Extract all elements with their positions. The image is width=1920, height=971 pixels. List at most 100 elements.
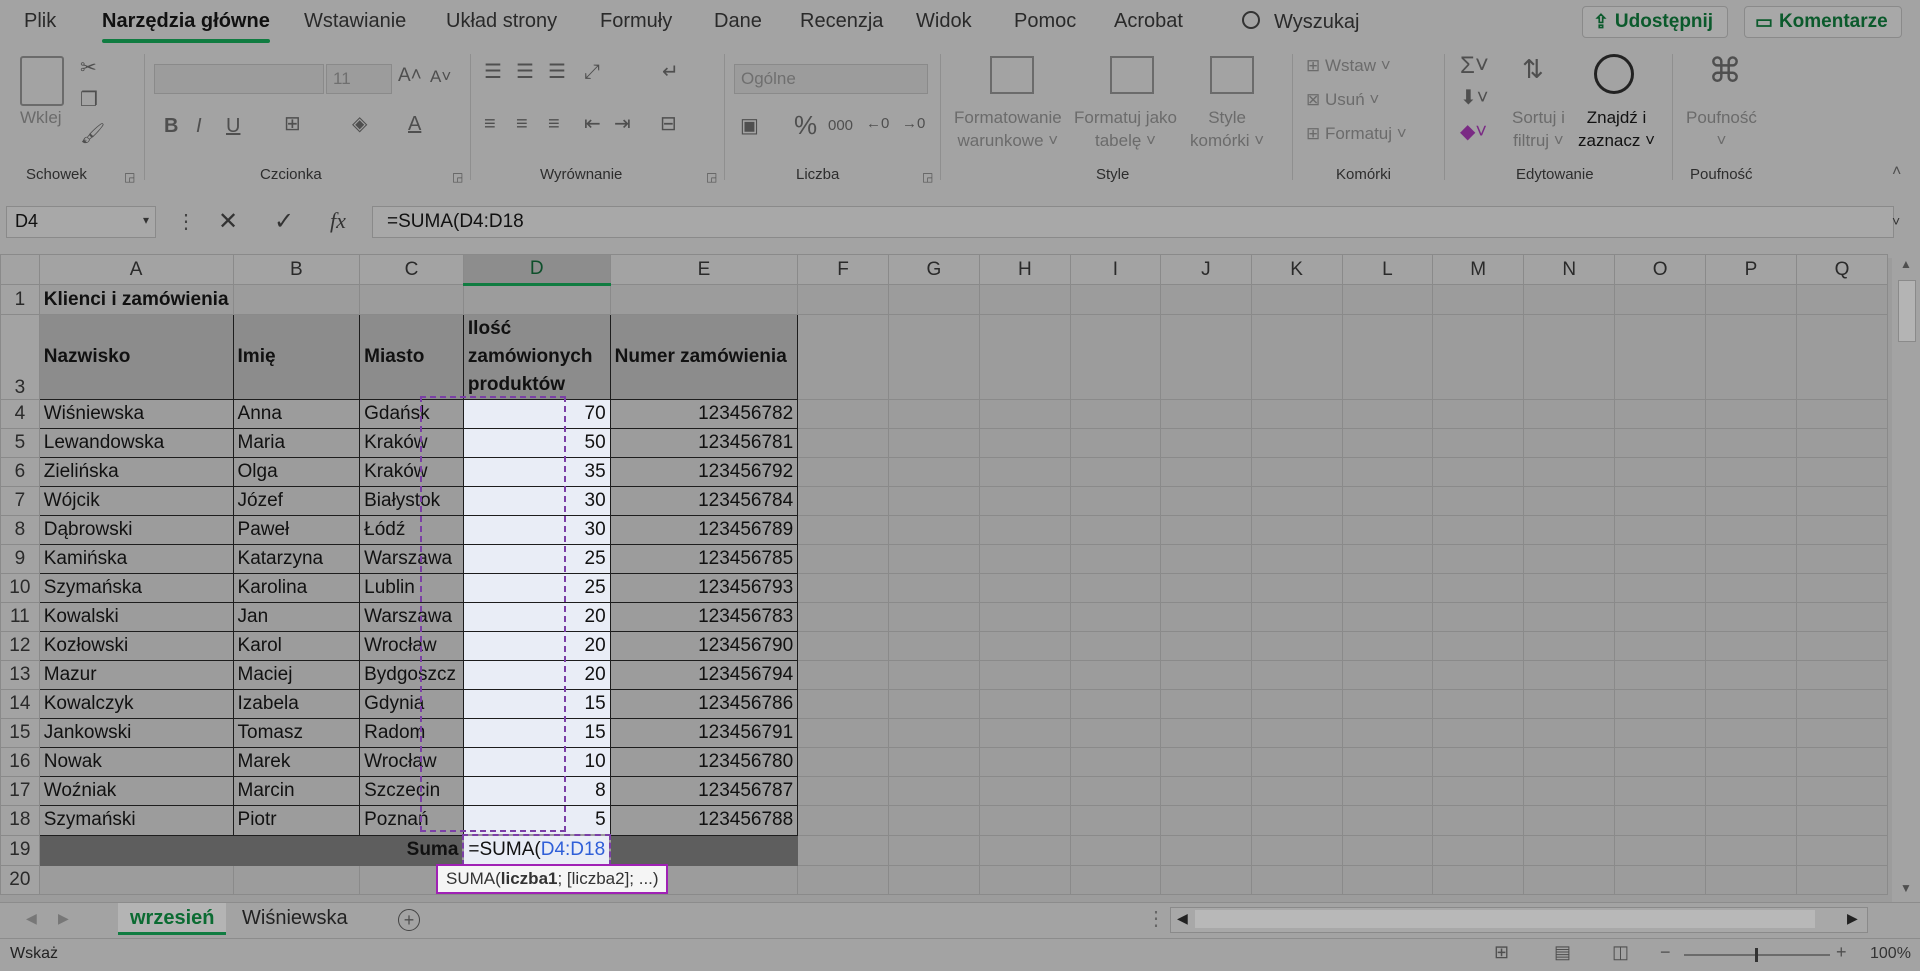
- cell[interactable]: [1795, 602, 1888, 632]
- cell[interactable]: [978, 573, 1071, 603]
- cell[interactable]: [1160, 805, 1252, 836]
- cell[interactable]: [1614, 864, 1707, 895]
- header-name[interactable]: Imię: [232, 314, 361, 400]
- cell[interactable]: [1069, 457, 1162, 487]
- cell[interactable]: [1614, 486, 1707, 516]
- cell[interactable]: [1795, 544, 1888, 574]
- row-header[interactable]: 19: [0, 834, 40, 866]
- increase-indent-icon[interactable]: ⇥: [614, 114, 631, 134]
- number-launcher-icon[interactable]: ◲: [922, 170, 933, 184]
- cell[interactable]: [1341, 660, 1434, 690]
- clipboard-launcher-icon[interactable]: ◲: [124, 170, 135, 184]
- cell[interactable]: [978, 660, 1071, 690]
- cell-surname[interactable]: Kamińska: [38, 544, 234, 574]
- cell[interactable]: [887, 805, 980, 836]
- cell[interactable]: [1705, 631, 1797, 661]
- cell[interactable]: [1614, 660, 1707, 690]
- cell[interactable]: [1341, 457, 1434, 487]
- column-header[interactable]: G: [887, 254, 980, 285]
- row-header[interactable]: 18: [0, 805, 40, 836]
- cell[interactable]: [1614, 515, 1707, 545]
- cell-name[interactable]: Maciej: [232, 660, 361, 690]
- cell[interactable]: [1432, 689, 1525, 719]
- cell[interactable]: [1795, 399, 1888, 429]
- scroll-right-icon[interactable]: ▶: [1847, 911, 1858, 925]
- cell[interactable]: [887, 284, 980, 315]
- column-header[interactable]: N: [1523, 254, 1616, 285]
- cut-icon[interactable]: ✂: [80, 58, 97, 78]
- cell[interactable]: [1523, 284, 1616, 315]
- cell[interactable]: [1069, 660, 1162, 690]
- align-center-icon[interactable]: ≡: [516, 114, 528, 134]
- cell-order-number[interactable]: 123456787: [609, 776, 799, 806]
- header-order-number[interactable]: Numer zamówienia: [609, 314, 799, 400]
- column-header[interactable]: E: [609, 254, 799, 285]
- cell[interactable]: [1614, 747, 1707, 777]
- cell[interactable]: [887, 314, 980, 400]
- cell[interactable]: [797, 314, 889, 400]
- cell-surname[interactable]: Wójcik: [38, 486, 234, 516]
- collapse-ribbon-icon[interactable]: ˄: [1892, 164, 1901, 180]
- cell[interactable]: [1160, 573, 1252, 603]
- cell[interactable]: [978, 689, 1071, 719]
- cell-city[interactable]: Radom: [359, 718, 464, 748]
- cell[interactable]: [1614, 805, 1707, 836]
- menu-data[interactable]: Dane: [714, 10, 762, 33]
- cell-name[interactable]: Karolina: [232, 573, 361, 603]
- column-header[interactable]: H: [978, 254, 1071, 285]
- cell[interactable]: [1795, 864, 1888, 895]
- cell[interactable]: [1705, 718, 1797, 748]
- cell[interactable]: [1432, 660, 1525, 690]
- cell[interactable]: [797, 805, 889, 836]
- cell-order-number[interactable]: 123456785: [609, 544, 799, 574]
- cell[interactable]: [1432, 718, 1525, 748]
- scroll-down-icon[interactable]: ▼: [1900, 882, 1912, 894]
- enter-icon[interactable]: ✓: [274, 210, 294, 234]
- format-cells-button[interactable]: ⊞ Formatuj ˅: [1306, 122, 1407, 145]
- cell[interactable]: [1705, 776, 1797, 806]
- cell[interactable]: [797, 864, 889, 895]
- cell[interactable]: [1341, 314, 1434, 400]
- format-as-table-button[interactable]: Formatuj jako tabelę ˅: [1074, 106, 1177, 152]
- column-header[interactable]: A: [38, 254, 234, 285]
- align-right-icon[interactable]: ≡: [548, 114, 560, 134]
- vertical-scrollbar[interactable]: ▲ ▼: [1892, 254, 1920, 902]
- share-button[interactable]: ⇪ Udostępnij: [1582, 6, 1728, 38]
- row-header[interactable]: 13: [0, 660, 40, 690]
- cell[interactable]: [887, 631, 980, 661]
- cell-quantity[interactable]: 8: [462, 776, 611, 806]
- cell[interactable]: [1432, 428, 1525, 458]
- cell-surname[interactable]: Jankowski: [38, 718, 234, 748]
- cell[interactable]: [1523, 602, 1616, 632]
- cell[interactable]: [1523, 399, 1616, 429]
- cell-order-number[interactable]: 123456791: [609, 718, 799, 748]
- cell[interactable]: [797, 776, 889, 806]
- column-header[interactable]: L: [1341, 254, 1434, 285]
- row-header[interactable]: 20: [0, 864, 40, 895]
- cell[interactable]: [978, 399, 1071, 429]
- cell[interactable]: [1250, 457, 1343, 487]
- cell[interactable]: [1432, 544, 1525, 574]
- cell[interactable]: [1250, 314, 1343, 400]
- cell[interactable]: [1341, 805, 1434, 836]
- cell[interactable]: [1795, 834, 1888, 866]
- cell[interactable]: [1160, 428, 1252, 458]
- cell[interactable]: [1705, 689, 1797, 719]
- cell[interactable]: [1523, 689, 1616, 719]
- cell-city[interactable]: Warszawa: [359, 602, 464, 632]
- align-left-icon[interactable]: ≡: [484, 114, 496, 134]
- cell[interactable]: [1341, 776, 1434, 806]
- cell[interactable]: [887, 718, 980, 748]
- cell-order-number[interactable]: 123456783: [609, 602, 799, 632]
- row-header[interactable]: 1: [0, 284, 40, 315]
- cell[interactable]: [1069, 602, 1162, 632]
- cell-name[interactable]: Izabela: [232, 689, 361, 719]
- cell[interactable]: [1705, 284, 1797, 315]
- cell[interactable]: [1250, 399, 1343, 429]
- cell-order-number[interactable]: 123456782: [609, 399, 799, 429]
- underline-button[interactable]: U: [226, 116, 240, 136]
- cell[interactable]: [978, 457, 1071, 487]
- cell-city[interactable]: Łódź: [359, 515, 464, 545]
- cell[interactable]: [1523, 864, 1616, 895]
- insert-cells-button[interactable]: ⊞ Wstaw ˅: [1306, 54, 1391, 77]
